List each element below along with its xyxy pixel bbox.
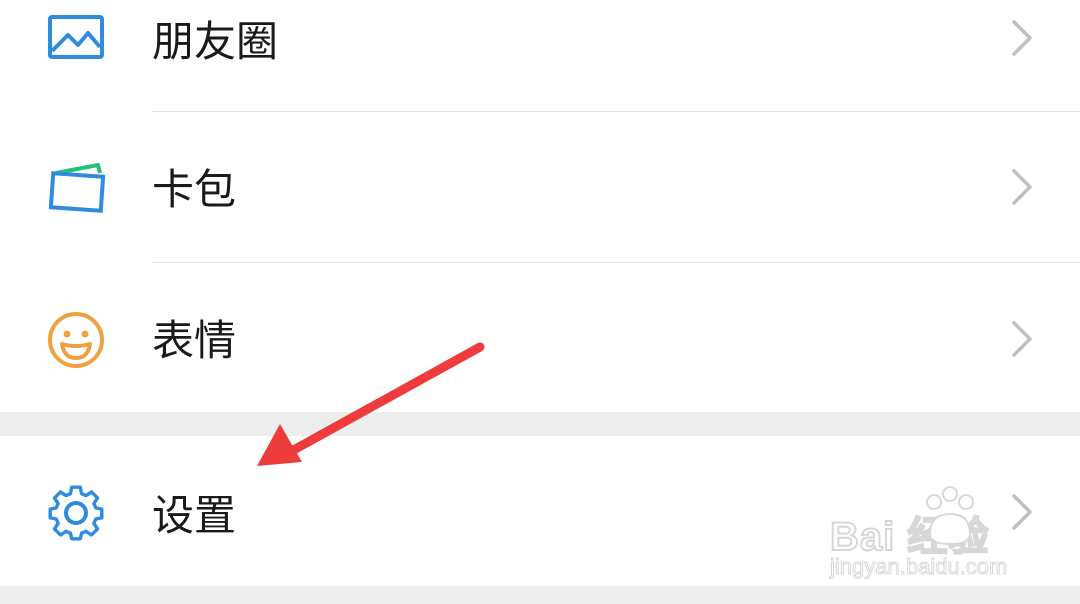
watermark-url: jingyan.baidu.com <box>829 554 1008 580</box>
gear-icon <box>48 485 104 541</box>
smiley-face-icon <box>48 312 104 368</box>
paw-logo-icon <box>926 486 974 546</box>
baidu-watermark: Bai 经验 jingyan.baidu.com <box>826 486 1046 586</box>
chevron-right-icon <box>1012 169 1032 205</box>
moments-image-icon <box>48 15 104 59</box>
section-separator <box>0 412 1080 436</box>
bottom-separator <box>0 586 1080 604</box>
chevron-right-icon <box>1012 321 1032 357</box>
menu-item-label: 朋友圈 <box>152 17 279 66</box>
menu-item-card-wallet[interactable]: 卡包 <box>0 112 1080 262</box>
wechat-me-menu-screen: 朋友圈 卡包 表情 设置 Bai 经验 jingyan.baidu.com <box>0 0 1080 604</box>
menu-item-stickers[interactable]: 表情 <box>0 263 1080 413</box>
menu-item-moments[interactable]: 朋友圈 <box>0 0 1080 112</box>
chevron-right-icon <box>1012 20 1032 56</box>
menu-item-label: 表情 <box>152 316 237 365</box>
menu-group-main: 朋友圈 卡包 表情 <box>0 0 1080 413</box>
card-wallet-icon <box>48 163 106 213</box>
menu-item-label: 设置 <box>152 491 237 540</box>
menu-item-label: 卡包 <box>152 165 237 214</box>
